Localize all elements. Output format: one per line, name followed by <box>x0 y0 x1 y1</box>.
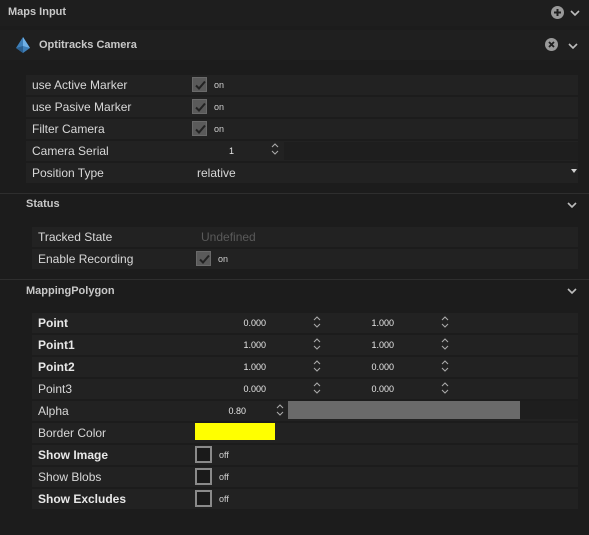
show-blobs-label: Show Blobs <box>38 470 102 484</box>
spinner-arrows-icon[interactable] <box>313 359 321 373</box>
dropdown-arrow-icon[interactable] <box>570 168 578 174</box>
point1-x-input[interactable]: 1.000 <box>220 339 266 351</box>
position-type-label: Position Type <box>32 166 104 180</box>
show-blobs-state: off <box>219 472 229 482</box>
point-y-input[interactable]: 1.000 <box>348 317 394 329</box>
point3-x-input[interactable]: 0.000 <box>220 383 266 395</box>
camera-logo-icon <box>16 37 30 53</box>
use-pasive-marker-label: use Pasive Marker <box>32 100 132 114</box>
filter-camera-label: Filter Camera <box>32 122 105 136</box>
tracked-state-label: Tracked State <box>38 230 113 244</box>
add-icon[interactable] <box>551 6 564 19</box>
enable-recording-label: Enable Recording <box>38 252 134 266</box>
spinner-arrows-icon[interactable] <box>441 315 449 329</box>
spinner-arrows-icon[interactable] <box>441 337 449 351</box>
alpha-slider-fill <box>288 401 520 419</box>
point2-label: Point2 <box>38 360 75 374</box>
camera-serial-input[interactable]: 1 <box>188 145 234 157</box>
chevron-down-icon[interactable] <box>567 41 579 51</box>
show-image-checkbox[interactable] <box>195 446 212 463</box>
row-background <box>32 227 578 247</box>
show-excludes-checkbox[interactable] <box>195 490 212 507</box>
chevron-down-icon[interactable] <box>566 286 578 296</box>
chevron-down-icon[interactable] <box>569 8 581 18</box>
alpha-label: Alpha <box>38 404 69 418</box>
point-label: Point <box>38 316 68 330</box>
point3-label: Point3 <box>38 382 73 396</box>
divider <box>0 279 589 280</box>
alpha-slider[interactable] <box>288 401 578 419</box>
close-icon[interactable] <box>545 38 558 51</box>
point2-y-input[interactable]: 0.000 <box>348 361 394 373</box>
show-blobs-checkbox[interactable] <box>195 468 212 485</box>
point-x-input[interactable]: 0.000 <box>220 317 266 329</box>
filter-camera-checkbox[interactable] <box>192 121 207 136</box>
point3-y-input[interactable]: 0.000 <box>348 383 394 395</box>
row-background <box>26 163 578 183</box>
show-excludes-label: Show Excludes <box>38 492 127 506</box>
point1-y-input[interactable]: 1.000 <box>348 339 394 351</box>
camera-serial-label: Camera Serial <box>32 144 109 158</box>
use-pasive-marker-checkbox[interactable] <box>192 99 207 114</box>
spinner-arrows-icon[interactable] <box>313 315 321 329</box>
filter-camera-state: on <box>214 124 225 134</box>
row-background <box>32 335 578 355</box>
show-image-label: Show Image <box>38 448 109 462</box>
spinner-arrows-icon[interactable] <box>313 381 321 395</box>
row-background <box>26 119 578 139</box>
use-active-marker-label: use Active Marker <box>32 78 128 92</box>
panel-title: Maps Input <box>8 6 67 18</box>
row-background <box>32 467 578 487</box>
border-color-swatch[interactable] <box>195 423 275 440</box>
position-type-select[interactable]: relative <box>197 165 236 181</box>
status-section-title[interactable]: Status <box>26 198 60 210</box>
spinner-arrows-icon[interactable] <box>313 337 321 351</box>
show-excludes-state: off <box>219 494 229 504</box>
camera-header: Optitracks Camera <box>0 30 589 60</box>
divider <box>0 193 589 194</box>
spinner-arrows-icon[interactable] <box>276 403 284 417</box>
spinner-arrows-icon[interactable] <box>271 142 279 156</box>
point1-label: Point1 <box>38 338 75 352</box>
spinner-arrows-icon[interactable] <box>441 359 449 373</box>
use-active-marker-state: on <box>214 80 225 90</box>
row-background <box>32 357 578 377</box>
enable-recording-checkbox[interactable] <box>196 251 211 266</box>
row-background <box>32 379 578 399</box>
use-pasive-marker-state: on <box>214 102 225 112</box>
show-image-state: off <box>219 450 229 460</box>
alpha-input[interactable]: 0.80 <box>200 405 246 417</box>
point2-x-input[interactable]: 1.000 <box>220 361 266 373</box>
chevron-down-icon[interactable] <box>566 200 578 210</box>
enable-recording-state: on <box>218 254 229 264</box>
tracked-state-value: Undefined <box>201 230 256 244</box>
mapping-section-title[interactable]: MappingPolygon <box>26 285 115 297</box>
camera-serial-field <box>284 142 578 160</box>
panel-header: Maps Input <box>0 0 589 26</box>
border-color-label: Border Color <box>38 426 107 440</box>
row-background <box>32 313 578 333</box>
row-background <box>32 423 578 443</box>
row-background <box>32 445 578 465</box>
camera-title: Optitracks Camera <box>39 39 137 51</box>
spinner-arrows-icon[interactable] <box>441 381 449 395</box>
use-active-marker-checkbox[interactable] <box>192 77 207 92</box>
